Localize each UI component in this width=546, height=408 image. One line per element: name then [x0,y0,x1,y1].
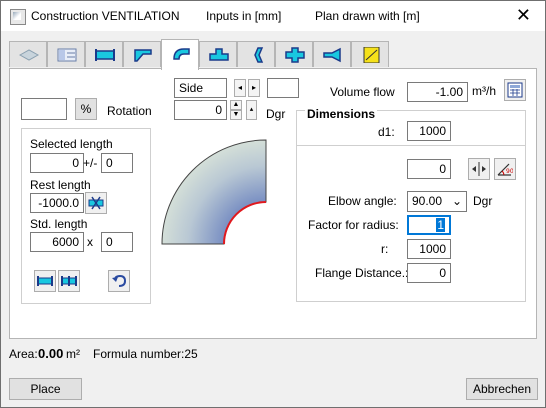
d1-label: d1: [378,125,395,139]
volume-flow-input[interactable]: -1.00 [407,82,468,102]
formula-number-label: Formula number:25 [93,347,198,361]
elbow-group: 0 90 Elbow angle: 90.00 ⌄ Dgr Factor for… [296,145,526,302]
cross-duct-icon [285,47,305,63]
tab-cross[interactable] [275,41,313,67]
rest-length-label: Rest length [30,178,91,192]
angle-offset-input[interactable]: 0 [407,159,451,179]
gray-box-icon [18,49,40,61]
undo-button[interactable] [108,270,130,292]
view-prev-button[interactable]: ◂ [234,79,246,97]
tolerance-input[interactable]: 0 [101,153,133,173]
app-icon [10,9,26,25]
r-label: r: [381,242,389,256]
calculator-icon [507,82,523,98]
dimensions-label: Dimensions [305,107,378,121]
elbow-angle-value: 90.00 [412,194,443,208]
degree-spin-button[interactable]: ▴ [246,100,257,120]
undo-icon [112,274,127,287]
angle-icon: 90 [497,163,513,176]
area-value: 0.00 [38,346,64,361]
inputs-unit-label: Inputs in [mm] [206,9,282,23]
mirror-button[interactable] [468,158,490,180]
volume-flow-unit: m³/h [472,84,496,98]
tab-elbow[interactable] [161,39,199,70]
factor-radius-label: Factor for radius: [308,218,399,232]
dimensions-group: Dimensions d1: 1000 [296,107,526,145]
selected-length-label: Selected length [30,137,113,151]
selected-length-input[interactable]: 0 [30,153,84,173]
elbow-angle-unit: Dgr [473,194,493,208]
percent-input[interactable] [21,98,67,120]
tab-straight-duct[interactable] [85,41,123,67]
plusminus-label: +/- [83,156,98,170]
flange-distance-label: Flange Distance.: [315,266,409,280]
multi-duct-icon [61,276,77,286]
view-next-button[interactable]: ▸ [248,79,260,97]
chevron-down-icon: ⌄ [451,194,462,208]
rotation-label: Rotation [107,104,152,118]
degree-down-button[interactable]: ▼ [230,110,242,120]
tab-ruler[interactable] [351,41,389,67]
straight-duct-icon [95,49,115,61]
elbow-settings-panel: % Rotation Selected length 0 +/- 0 Rest … [9,68,537,339]
degree-up-button[interactable]: ▲ [230,100,242,110]
window-title: Construction VENTILATION [31,9,180,23]
offset-duct-icon [254,47,264,63]
std-length-input[interactable]: 6000 [30,232,84,252]
elbow-duct-icon [173,48,190,60]
plan-unit-label: Plan drawn with [m] [315,9,420,23]
elbow-angle-select[interactable]: 90.00 ⌄ [407,191,467,212]
factor-radius-value: 1 [436,218,445,232]
reducer-duct-icon [134,49,152,62]
view-side-select[interactable]: Side [174,78,227,98]
title-bar: Construction VENTILATION Inputs in [mm] … [1,1,545,31]
view-extra-input[interactable] [267,78,299,98]
elbow-preview [161,139,267,245]
percent-button[interactable]: % [75,98,97,120]
std-length-label: Std. length [30,217,88,231]
svg-text:90: 90 [506,168,513,175]
flange-distance-input[interactable]: 0 [407,263,451,283]
tab-tee[interactable] [199,41,237,67]
tab-overview[interactable] [9,41,47,67]
area-label: Area: [9,347,38,361]
angle-button[interactable]: 90 [494,158,516,180]
cancel-button[interactable]: Abbrechen [466,378,538,400]
elbow-angle-label: Elbow angle: [328,194,397,208]
tab-transition[interactable] [313,41,351,67]
duct-multi-button[interactable] [58,270,80,292]
tab-strip [9,39,537,70]
tab-table[interactable] [47,41,85,67]
degree-unit-label: Dgr [266,107,286,121]
volume-flow-label: Volume flow [330,85,395,99]
tee-duct-icon [209,48,229,61]
place-button[interactable]: Place [9,378,82,400]
area-unit: m² [66,347,80,361]
construction-ventilation-dialog: Construction VENTILATION Inputs in [mm] … [0,0,546,408]
straight-duct-icon [37,276,53,286]
transition-duct-icon [323,47,341,63]
length-group: Selected length 0 +/- 0 Rest length -100… [21,128,151,304]
factor-radius-input[interactable]: 1 [407,215,451,235]
count-input[interactable]: 0 [101,232,133,252]
yellow-ruler-icon [363,47,380,63]
duct-single-button[interactable] [34,270,56,292]
times-label: x [87,235,93,249]
degree-input[interactable]: 0 [174,100,227,120]
close-icon[interactable]: ✕ [516,5,531,25]
tab-reducer[interactable] [123,41,161,67]
mirror-arrows-icon [472,162,486,176]
d1-input[interactable]: 1000 [407,121,451,141]
tab-offset[interactable] [237,41,275,67]
duct-cut-icon [88,196,104,210]
rest-length-input[interactable]: -1000.0 [30,193,84,213]
rest-length-button[interactable] [85,192,107,214]
calculator-button[interactable] [504,79,526,101]
r-input[interactable]: 1000 [407,239,451,259]
table-form-icon [57,48,77,62]
